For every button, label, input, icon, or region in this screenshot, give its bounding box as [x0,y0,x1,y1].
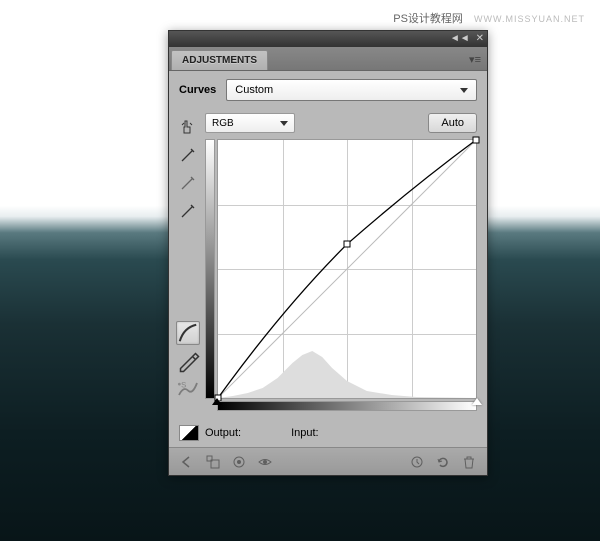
output-gradient [205,139,215,399]
white-slider[interactable] [472,398,482,405]
reset-icon[interactable] [435,454,451,470]
watermark-url: WWW.MISSYUAN.NET [474,14,585,24]
output-label: Output: [205,427,241,439]
chevron-down-icon [460,88,468,93]
clip-layer-icon[interactable] [231,454,247,470]
channel-value: RGB [212,118,234,129]
pencil-tool[interactable] [176,349,200,373]
io-row: Output: Input: [169,419,487,447]
graph-wrap [205,139,477,399]
panel-menu-icon[interactable]: ▾≡ [463,49,487,70]
curve-line[interactable] [218,140,476,398]
collapse-icon[interactable]: ◄◄ [450,34,470,44]
curves-graph[interactable] [217,139,477,399]
black-point-eyedropper[interactable] [176,143,200,167]
preset-value: Custom [235,84,273,96]
smooth-tool: •s [176,377,200,401]
curve-point-mid[interactable] [344,241,351,248]
channel-row: RGB Auto [205,113,477,133]
close-icon[interactable]: ✕ [476,34,484,44]
delete-icon[interactable] [461,454,477,470]
main-area: •s RGB Auto [169,109,487,419]
black-slider[interactable] [212,398,222,405]
watermark-cn: PS设计教程网 [393,13,463,25]
input-gradient-row [205,401,477,411]
curve-point-highlight[interactable] [473,137,480,144]
bottom-bar [169,447,487,475]
preset-select[interactable]: Custom [226,79,477,101]
clip-preview-icon[interactable] [179,425,199,441]
input-gradient [217,401,477,411]
visibility-icon[interactable] [257,454,273,470]
watermark: PS设计教程网 WWW.MISSYUAN.NET [393,10,585,26]
preset-row: Curves Custom [169,71,487,109]
svg-text:•s: •s [178,379,187,391]
expand-view-icon[interactable] [205,454,221,470]
previous-state-icon[interactable] [409,454,425,470]
auto-button[interactable]: Auto [428,113,477,133]
tab-adjustments[interactable]: ADJUSTMENTS [171,50,268,70]
graph-column: RGB Auto [205,113,477,411]
channel-select[interactable]: RGB [205,113,295,133]
adjustments-panel: ◄◄ ✕ ADJUSTMENTS ▾≡ Curves Custom [168,30,488,476]
curve-point-tool[interactable] [176,321,200,345]
targeted-adjust-tool[interactable] [176,115,200,139]
curves-label: Curves [179,84,216,96]
tab-bar: ADJUSTMENTS ▾≡ [169,47,487,71]
input-label: Input: [291,427,319,439]
white-point-eyedropper[interactable] [176,199,200,223]
back-icon[interactable] [179,454,195,470]
tool-column: •s [175,113,201,411]
gray-point-eyedropper[interactable] [176,171,200,195]
panel-titlebar[interactable]: ◄◄ ✕ [169,31,487,47]
chevron-down-icon [280,121,288,126]
